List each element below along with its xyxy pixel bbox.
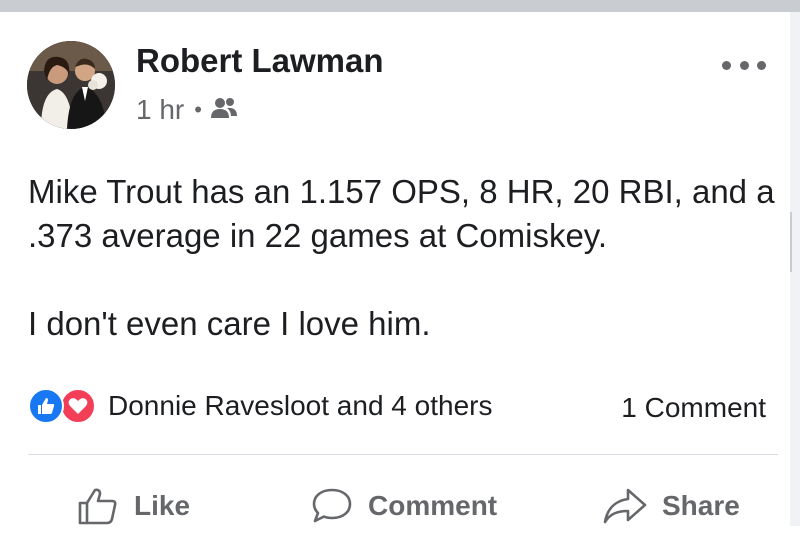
comment-count[interactable]: 1 Comment bbox=[621, 392, 766, 424]
top-strip bbox=[0, 0, 800, 12]
comment-button[interactable]: Comment bbox=[310, 486, 497, 526]
like-reaction-icon bbox=[28, 388, 64, 424]
reaction-icons bbox=[28, 386, 102, 426]
post-paragraph: Mike Trout has an 1.157 OPS, 8 HR, 20 RB… bbox=[28, 173, 775, 254]
reactions-summary[interactable]: Donnie Ravesloot and 4 others bbox=[28, 386, 492, 426]
share-label: Share bbox=[662, 490, 740, 521]
post-time[interactable]: 1 hr bbox=[136, 94, 184, 126]
like-button[interactable]: Like bbox=[76, 486, 190, 526]
comment-bubble-icon bbox=[312, 488, 352, 523]
post-meta: 1 hr • bbox=[136, 94, 238, 126]
meta-separator: • bbox=[194, 97, 202, 122]
like-label: Like bbox=[134, 490, 191, 521]
author-name[interactable]: Robert Lawman bbox=[136, 42, 384, 80]
post-paragraph: I don't even care I love him. bbox=[28, 305, 431, 342]
reactions-text[interactable]: Donnie Ravesloot and 4 others bbox=[108, 390, 492, 422]
comment-label: Comment bbox=[368, 490, 498, 521]
scrollbar-edge bbox=[790, 12, 800, 526]
friends-icon[interactable] bbox=[210, 94, 238, 126]
divider bbox=[28, 454, 778, 455]
avatar[interactable] bbox=[27, 41, 115, 129]
share-arrow-icon bbox=[603, 488, 647, 524]
action-bar: Like Comment Share bbox=[0, 476, 790, 538]
avatar-photo bbox=[27, 41, 115, 129]
love-reaction-icon bbox=[60, 388, 96, 424]
post-body: Mike Trout has an 1.157 OPS, 8 HR, 20 RB… bbox=[28, 170, 788, 346]
more-options-icon[interactable] bbox=[722, 58, 766, 72]
thumbs-up-icon bbox=[78, 488, 117, 525]
share-button[interactable]: Share bbox=[602, 486, 740, 526]
post-card: Robert Lawman 1 hr • Mike Trout has an 1… bbox=[0, 12, 790, 526]
